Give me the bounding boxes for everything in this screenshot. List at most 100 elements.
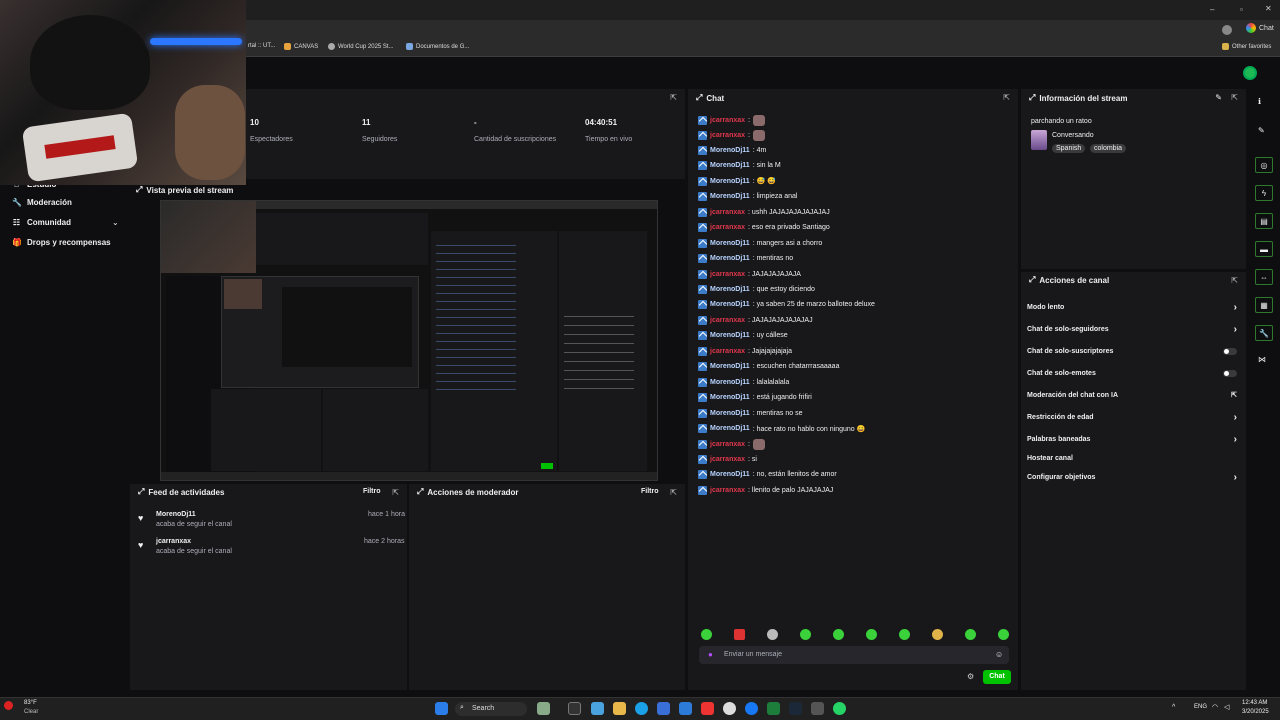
wifi-icon[interactable]: ◠ — [1212, 703, 1218, 711]
popout-icon[interactable]: ⇱ — [670, 488, 677, 497]
moderator-badge-icon[interactable] — [698, 454, 707, 464]
bits-icon[interactable]: ● — [708, 650, 713, 659]
rail-button-audio[interactable]: ◎ — [1255, 157, 1273, 173]
chat-username[interactable]: MorenoDj11 — [710, 162, 750, 169]
fullscreen-icon[interactable]: ⤢ — [1029, 275, 1035, 285]
taskview-icon[interactable] — [568, 702, 581, 715]
emote-icon[interactable] — [800, 629, 811, 640]
modactions-filter-button[interactable]: Filtro — [641, 488, 659, 495]
rail-button-clip[interactable]: ▤ — [1255, 213, 1273, 229]
stream-preview-video[interactable] — [160, 200, 658, 481]
moderator-badge-icon[interactable] — [698, 116, 707, 125]
language-indicator[interactable]: ENG — [1194, 704, 1207, 710]
rail-button-layout[interactable]: ▦ — [1255, 297, 1273, 313]
moderator-badge-icon[interactable] — [698, 377, 707, 387]
moderator-badge-icon[interactable] — [698, 424, 707, 433]
moderator-badge-icon[interactable] — [698, 284, 707, 294]
chevron-down-icon[interactable]: ⌄ — [112, 218, 119, 227]
weather-icon[interactable] — [4, 701, 13, 710]
category-boxart[interactable] — [1031, 130, 1047, 150]
edge-icon[interactable] — [635, 702, 648, 715]
clock-date[interactable]: 3/20/2025 — [1242, 709, 1269, 715]
bookmark-item[interactable]: rtal :: UT... — [248, 43, 275, 49]
tag-badge[interactable]: Spanish — [1052, 144, 1086, 153]
emote-icon[interactable] — [734, 629, 745, 640]
fullscreen-icon[interactable]: ⤢ — [417, 487, 423, 497]
rail-button-chat[interactable]: ▬ — [1255, 241, 1273, 257]
bookmark-item[interactable]: World Cup 2025 St... — [328, 43, 394, 50]
minimize-icon[interactable]: – — [1210, 5, 1214, 14]
channel-action-row[interactable]: Chat de solo-seguidores › — [1027, 323, 1237, 335]
chat-username[interactable]: MorenoDj11 — [710, 332, 750, 339]
chat-username[interactable]: jcarranxax — [710, 456, 745, 463]
chat-username[interactable]: MorenoDj11 — [710, 147, 750, 154]
chat-username[interactable]: jcarranxax — [710, 209, 745, 216]
emote-picker-icon[interactable]: ☺ — [995, 650, 1003, 659]
facebook-icon[interactable] — [745, 702, 758, 715]
activity-filter-button[interactable]: Filtro — [363, 488, 381, 495]
volume-icon[interactable]: ◁ — [1224, 703, 1229, 711]
excel-icon[interactable] — [767, 702, 780, 715]
moderator-badge-icon[interactable] — [698, 346, 707, 356]
moderator-badge-icon[interactable] — [698, 238, 707, 248]
moderator-badge-icon[interactable] — [698, 393, 707, 403]
chat-username[interactable]: MorenoDj11 — [710, 193, 750, 200]
youtube-icon[interactable] — [701, 702, 714, 715]
moderator-badge-icon[interactable] — [698, 440, 707, 450]
app-icon[interactable] — [811, 702, 824, 715]
edit-pencil-icon[interactable]: ✎ — [1215, 93, 1222, 102]
channel-action-row[interactable]: Chat de solo-emotes — [1027, 367, 1237, 379]
moderator-badge-icon[interactable] — [698, 223, 707, 233]
maximize-icon[interactable]: ▫ — [1240, 5, 1243, 14]
emote-icon[interactable] — [701, 629, 712, 640]
moderator-badge-icon[interactable] — [698, 161, 707, 171]
moderator-badge-icon[interactable] — [698, 145, 707, 155]
rail-button-bolt[interactable]: ϟ — [1255, 185, 1273, 201]
activity-item[interactable]: ♥ jcarranxax acaba de seguir el canal ha… — [138, 538, 404, 558]
channel-action-row[interactable]: Moderación del chat con IA ⇱ — [1027, 389, 1237, 401]
rail-button-raid[interactable]: ⇔ — [1255, 269, 1273, 285]
activity-item[interactable]: ♥ MorenoDj11 acaba de seguir el canal ha… — [138, 511, 405, 531]
chat-username[interactable]: MorenoDj11 — [710, 178, 750, 185]
app-icon[interactable] — [657, 702, 670, 715]
popout-icon[interactable]: ⇱ — [1231, 276, 1238, 285]
tray-chevron-icon[interactable]: ^ — [1172, 704, 1175, 711]
settings-gear-icon[interactable]: ⚙ — [967, 672, 974, 681]
chat-username[interactable]: MorenoDj11 — [710, 379, 750, 386]
emote-icon[interactable] — [899, 629, 910, 640]
chat-username[interactable]: MorenoDj11 — [710, 471, 750, 478]
emote-icon[interactable] — [965, 629, 976, 640]
stream-category[interactable]: Conversando — [1052, 132, 1094, 139]
moderator-badge-icon[interactable] — [698, 254, 707, 264]
moderator-badge-icon[interactable] — [698, 207, 707, 217]
steam-icon[interactable] — [789, 702, 802, 715]
channel-action-row[interactable]: Configurar objetivos › — [1027, 471, 1237, 483]
chat-send-button[interactable]: Chat — [983, 670, 1011, 684]
close-icon[interactable]: ✕ — [1265, 4, 1272, 13]
rail-button-tools[interactable]: 🔧 — [1255, 325, 1273, 341]
chat-username[interactable]: jcarranxax — [710, 224, 745, 231]
tag-badge[interactable]: colombia — [1090, 144, 1127, 153]
chat-username[interactable]: jcarranxax — [710, 132, 745, 139]
moderator-badge-icon[interactable] — [698, 362, 707, 372]
chat-username[interactable]: jcarranxax — [710, 441, 745, 448]
channel-action-row[interactable]: Restricción de edad › — [1027, 411, 1237, 423]
browser-chat-button[interactable]: Chat — [1246, 23, 1274, 33]
fullscreen-icon[interactable]: ⤢ — [696, 93, 702, 103]
chat-username[interactable]: jcarranxax — [710, 117, 745, 124]
popout-icon[interactable]: ⇱ — [392, 488, 399, 497]
bookmark-item[interactable]: CANVAS — [284, 43, 318, 50]
emote-icon[interactable] — [932, 629, 943, 640]
chat-username[interactable]: MorenoDj11 — [710, 301, 750, 308]
chat-username[interactable]: jcarranxax — [710, 487, 745, 494]
popout-icon[interactable]: ⇱ — [670, 93, 677, 102]
channel-action-row[interactable]: Modo lento › — [1027, 301, 1237, 313]
chat-input[interactable]: ● Enviar un mensaje ☺ — [699, 646, 1009, 664]
mail-icon[interactable] — [679, 702, 692, 715]
toggle-switch[interactable] — [1223, 347, 1237, 355]
chat-username[interactable]: jcarranxax — [710, 271, 745, 278]
whatsapp-icon[interactable] — [833, 702, 846, 715]
chat-username[interactable]: MorenoDj11 — [710, 363, 750, 370]
app-icon[interactable] — [591, 702, 604, 715]
windows-start-icon[interactable] — [435, 702, 448, 715]
